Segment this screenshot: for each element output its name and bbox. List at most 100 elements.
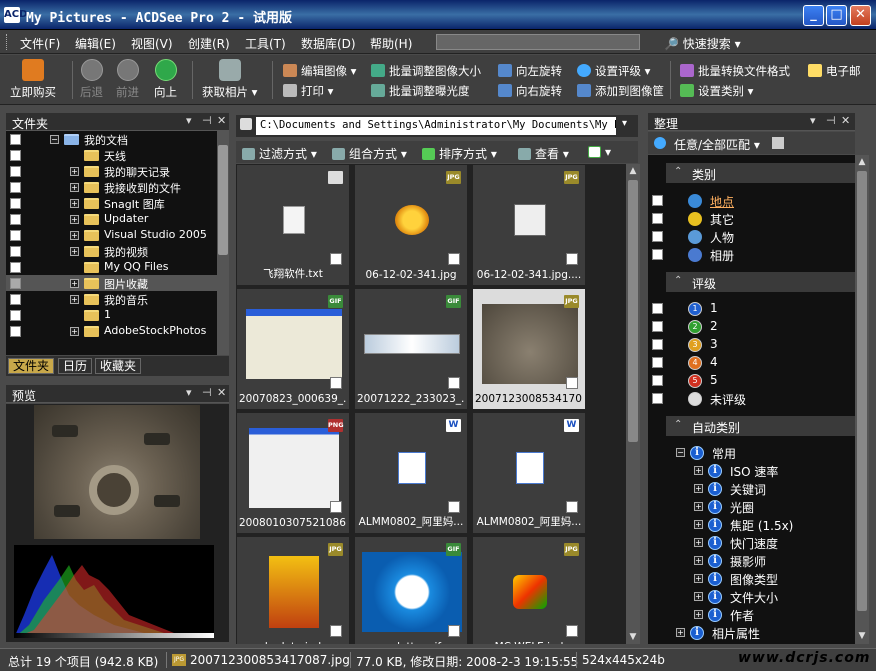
- organize-item[interactable]: + i 图像类型: [648, 570, 855, 588]
- folder-checkbox[interactable]: [10, 134, 21, 145]
- folder-checkbox[interactable]: [10, 262, 21, 273]
- buy-now-button[interactable]: 立即购买: [10, 59, 56, 100]
- quick-search-button[interactable]: 🔎 快速搜索 ▾: [664, 35, 741, 52]
- organize-checkbox[interactable]: [652, 195, 663, 206]
- expand-icon[interactable]: +: [694, 556, 703, 565]
- add-to-basket-button[interactable]: 添加到图像筐: [577, 83, 664, 99]
- organize-item[interactable]: 22: [648, 318, 855, 336]
- file-thumbnail[interactable]: PNG 2008010307521086...: [236, 412, 350, 534]
- minimize-button[interactable]: _: [803, 5, 824, 26]
- organize-checkbox[interactable]: [652, 231, 663, 242]
- panel-menu-icon[interactable]: ▾: [186, 386, 192, 399]
- file-thumbnail[interactable]: JPG 06-12-02-341.jpg: [354, 164, 468, 286]
- file-thumbnail[interactable]: W ALMM0802_阿里妈...: [472, 412, 586, 534]
- thumbnail-checkbox[interactable]: [566, 625, 578, 637]
- expand-icon[interactable]: +: [70, 295, 79, 304]
- expand-icon[interactable]: +: [70, 279, 79, 288]
- back-button[interactable]: 后退: [80, 59, 103, 100]
- organize-checkbox[interactable]: [652, 321, 663, 332]
- organize-item[interactable]: 33: [648, 336, 855, 354]
- menu-grip[interactable]: [6, 34, 9, 50]
- thumbnail-checkbox[interactable]: [330, 253, 342, 265]
- thumbnail-checkbox[interactable]: [566, 501, 578, 513]
- organize-item[interactable]: 未评级: [648, 390, 855, 408]
- select-button[interactable]: ▾: [588, 145, 611, 159]
- expand-icon[interactable]: +: [70, 215, 79, 224]
- menu-view[interactable]: 视图(V): [131, 35, 173, 52]
- set-category-button[interactable]: 设置类别 ▾: [680, 83, 753, 99]
- menu-tools[interactable]: 工具(T): [245, 35, 286, 52]
- forward-button[interactable]: 前进: [116, 59, 139, 100]
- tab-favorites[interactable]: 收藏夹: [95, 358, 142, 374]
- email-button[interactable]: 电子邮: [808, 63, 861, 79]
- organize-item[interactable]: 44: [648, 354, 855, 372]
- scroll-down-icon[interactable]: ▼: [626, 630, 640, 644]
- tab-calendar[interactable]: 日历: [58, 358, 93, 374]
- expand-icon[interactable]: +: [694, 592, 703, 601]
- ratings-section-header[interactable]: ⌃ 评级: [666, 272, 855, 292]
- folder-checkbox[interactable]: [10, 294, 21, 305]
- folder-item[interactable]: + 我接收到的文件: [6, 179, 229, 195]
- batch-resize-button[interactable]: 批量调整图像大小: [371, 63, 481, 79]
- menu-file[interactable]: 文件(F): [20, 35, 60, 52]
- file-thumbnail[interactable]: W ALMM0802_阿里妈...: [354, 412, 468, 534]
- app-icon[interactable]: ACD: [4, 7, 27, 23]
- folder-item[interactable]: + AdobeStockPhotos: [6, 323, 229, 339]
- group-button[interactable]: 组合方式 ▾: [332, 145, 407, 162]
- batch-exposure-button[interactable]: 批量调整曝光度: [371, 83, 470, 99]
- thumbnail-checkbox[interactable]: [448, 501, 460, 513]
- expand-icon[interactable]: +: [70, 247, 79, 256]
- up-button[interactable]: 向上: [154, 59, 177, 100]
- file-list-scrollbar[interactable]: ▲ ▼: [626, 164, 640, 644]
- file-thumbnail[interactable]: JPG hadata.ipd: [236, 536, 350, 644]
- thumbnail-checkbox[interactable]: [330, 501, 342, 513]
- scroll-down-icon[interactable]: ▼: [855, 629, 869, 643]
- expand-icon[interactable]: +: [676, 628, 685, 637]
- path-input[interactable]: C:\Documents and Settings\Administrator\…: [256, 117, 616, 135]
- folder-checkbox[interactable]: [10, 278, 21, 289]
- expand-icon[interactable]: +: [70, 231, 79, 240]
- match-dropdown[interactable]: 任意/全部匹配 ▾: [674, 136, 760, 153]
- folder-item[interactable]: 1: [6, 307, 229, 323]
- organize-item[interactable]: + i 光圈: [648, 498, 855, 516]
- file-thumbnail[interactable]: GIF ss_letter.gif: [354, 536, 468, 644]
- organize-item[interactable]: + i 摄影师: [648, 552, 855, 570]
- menu-help[interactable]: 帮助(H): [370, 35, 412, 52]
- organize-item[interactable]: 地点: [648, 192, 855, 210]
- pin-icon[interactable]: ⊣: [202, 114, 212, 127]
- rotate-left-button[interactable]: 向左旋转: [498, 63, 562, 79]
- folder-item[interactable]: − 我的文档: [6, 131, 229, 147]
- title-bar[interactable]: ACD My Pictures - ACDSee Pro 2 - 试用版 _ □…: [0, 0, 876, 30]
- file-thumbnail[interactable]: JPG 2007123008534170...: [472, 288, 586, 410]
- expand-icon[interactable]: +: [694, 520, 703, 529]
- thumbnail-checkbox[interactable]: [448, 625, 460, 637]
- panel-close-icon[interactable]: ✕: [841, 114, 850, 127]
- organize-item[interactable]: + i 作者: [648, 606, 855, 624]
- menu-database[interactable]: 数据库(D): [301, 35, 356, 52]
- organize-item[interactable]: 相册: [648, 246, 855, 264]
- organize-checkbox[interactable]: [652, 249, 663, 260]
- panel-menu-icon[interactable]: ▾: [810, 114, 816, 127]
- close-button[interactable]: ✕: [850, 5, 871, 26]
- organize-item[interactable]: − i 常用: [648, 444, 855, 462]
- thumbnail-checkbox[interactable]: [448, 377, 460, 389]
- organize-checkbox[interactable]: [652, 303, 663, 314]
- scroll-thumb[interactable]: [218, 145, 228, 255]
- collapse-icon[interactable]: −: [50, 135, 59, 144]
- expand-icon[interactable]: +: [70, 183, 79, 192]
- organize-checkbox[interactable]: [652, 375, 663, 386]
- folder-checkbox[interactable]: [10, 230, 21, 241]
- new-category-icon[interactable]: [772, 137, 784, 149]
- organize-item[interactable]: 11: [648, 300, 855, 318]
- folder-nav-icon[interactable]: [240, 118, 252, 130]
- organize-scrollbar[interactable]: ▲ ▼: [855, 155, 869, 644]
- file-thumbnail[interactable]: GIF 20071222_233023_...: [354, 288, 468, 410]
- folder-item[interactable]: + 我的聊天记录: [6, 163, 229, 179]
- panel-close-icon[interactable]: ✕: [217, 386, 226, 399]
- folder-checkbox[interactable]: [10, 198, 21, 209]
- folder-item[interactable]: + 我的视频: [6, 243, 229, 259]
- folder-item[interactable]: + Updater: [6, 211, 229, 227]
- auto-categories-section-header[interactable]: ⌃ 自动类别: [666, 416, 855, 436]
- organize-item[interactable]: + i 焦距 (1.5x): [648, 516, 855, 534]
- folder-checkbox[interactable]: [10, 166, 21, 177]
